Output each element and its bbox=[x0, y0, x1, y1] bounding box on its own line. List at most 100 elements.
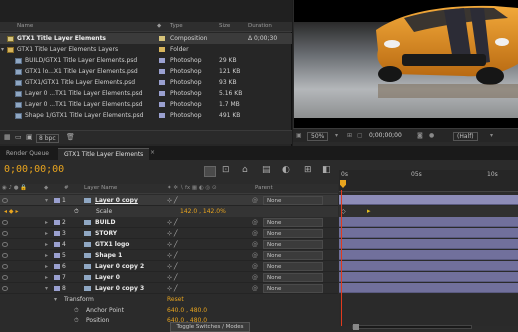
column-name[interactable]: Name bbox=[17, 23, 33, 29]
pickwhip-icon[interactable]: @ bbox=[252, 285, 258, 292]
expand-triangle-icon[interactable]: ▸ bbox=[45, 274, 48, 281]
layer-row[interactable]: ▾ 1 Layer 0 copy ⊹ ╱ @ None bbox=[0, 195, 338, 206]
layer-switches[interactable]: ⊹ ╱ bbox=[167, 274, 178, 281]
stopwatch-icon[interactable]: ⏱ bbox=[74, 307, 79, 315]
label-swatch[interactable] bbox=[159, 102, 165, 107]
layer-switches[interactable]: ⊹ ╱ bbox=[167, 241, 178, 248]
label-swatch[interactable] bbox=[159, 113, 165, 118]
comp-mini-flowchart-icon[interactable] bbox=[204, 166, 216, 177]
expand-triangle-icon[interactable]: ▾ bbox=[45, 197, 48, 204]
column-size[interactable]: Size bbox=[219, 23, 230, 29]
parent-dropdown[interactable]: None bbox=[263, 251, 323, 260]
close-icon[interactable]: × bbox=[150, 149, 155, 156]
layer-duration-bar[interactable] bbox=[339, 272, 518, 282]
label-swatch[interactable] bbox=[159, 36, 165, 41]
pickwhip-icon[interactable]: @ bbox=[252, 274, 258, 281]
trash-icon[interactable]: 🗑 bbox=[66, 133, 75, 141]
current-time-display[interactable]: 0;00;00;00 bbox=[4, 164, 64, 175]
anchor-point-value[interactable]: 640.0 , 480.0 bbox=[167, 307, 207, 314]
expand-triangle-icon[interactable]: ▸ bbox=[45, 219, 48, 226]
column-parent[interactable]: Parent bbox=[255, 185, 273, 191]
layer-name[interactable]: STORY bbox=[95, 230, 117, 237]
eye-icon[interactable] bbox=[2, 286, 8, 291]
layer-row[interactable]: ▾ 8 Layer 0 copy 3 ⊹ ╱ @ None bbox=[0, 283, 338, 294]
layer-row[interactable]: ▸ 2 BUILD ⊹ ╱ @ None bbox=[0, 217, 338, 228]
resolution-dropdown[interactable]: (Half) bbox=[453, 132, 478, 141]
draft-3d-icon[interactable]: ⊡ bbox=[222, 165, 230, 175]
new-folder-icon[interactable]: ▭ bbox=[15, 133, 22, 141]
scale-value[interactable]: 142.0 , 142.0% bbox=[180, 208, 226, 215]
label-swatch[interactable] bbox=[159, 80, 165, 85]
viewer-timecode[interactable]: 0;00;00;00 bbox=[369, 132, 402, 139]
reset-link[interactable]: Reset bbox=[167, 296, 184, 303]
snapshot-icon[interactable]: ◙ bbox=[417, 132, 423, 139]
project-item-psd[interactable]: GTX1/GTX1 Title Layer Elements.psd Photo… bbox=[8, 77, 292, 88]
label-swatch[interactable] bbox=[54, 253, 60, 258]
label-swatch[interactable] bbox=[54, 231, 60, 236]
eye-icon[interactable] bbox=[2, 253, 8, 258]
label-swatch[interactable] bbox=[159, 58, 165, 63]
column-number[interactable]: # bbox=[64, 185, 69, 191]
zoom-dropdown[interactable]: 50% bbox=[307, 132, 329, 141]
current-time-indicator[interactable] bbox=[341, 190, 342, 326]
pickwhip-icon[interactable]: @ bbox=[252, 197, 258, 204]
layer-name[interactable]: Layer 0 copy bbox=[95, 197, 138, 204]
eye-icon[interactable] bbox=[2, 275, 8, 280]
project-item-psd[interactable]: Layer 0 ...TX1 Title Layer Elements.psd … bbox=[8, 88, 292, 99]
expand-triangle-icon[interactable]: ▸ bbox=[45, 230, 48, 237]
pickwhip-icon[interactable]: @ bbox=[252, 252, 258, 259]
keyframe-nav-icon[interactable]: ◂ ◆ ▸ bbox=[4, 208, 18, 215]
tab-render-queue[interactable]: Render Queue bbox=[0, 148, 55, 160]
eye-icon[interactable] bbox=[2, 242, 8, 247]
layer-duration-bar[interactable] bbox=[339, 228, 518, 238]
layer-row[interactable]: ▸ 4 GTX1 logo ⊹ ╱ @ None bbox=[0, 239, 338, 250]
label-swatch[interactable] bbox=[54, 275, 60, 280]
graph-editor-icon[interactable]: ⊞ bbox=[304, 165, 312, 175]
label-swatch[interactable] bbox=[159, 69, 165, 74]
layer-duration-bar[interactable] bbox=[339, 217, 518, 227]
position-row[interactable]: ⏱ Position 640.0 , 480.0 bbox=[0, 315, 338, 326]
label-swatch[interactable] bbox=[54, 220, 60, 225]
label-swatch[interactable] bbox=[54, 264, 60, 269]
parent-dropdown[interactable]: None bbox=[263, 196, 323, 205]
project-item-psd[interactable]: Layer 0 ...TX1 Title Layer Elements.psd … bbox=[8, 99, 292, 110]
project-item-psd[interactable]: Shape 1/GTX1 Title Layer Elements.psd Ph… bbox=[8, 110, 292, 121]
time-ruler[interactable]: 0s 05s 10s bbox=[339, 170, 518, 192]
label-swatch[interactable] bbox=[159, 91, 165, 96]
layer-name[interactable]: Layer 0 copy 3 bbox=[95, 285, 144, 292]
label-swatch[interactable] bbox=[54, 242, 60, 247]
grid-icon[interactable]: ⊞ bbox=[347, 132, 352, 139]
channel-icon[interactable]: ● bbox=[429, 132, 434, 139]
column-type[interactable]: Type bbox=[170, 23, 183, 29]
pickwhip-icon[interactable]: @ bbox=[252, 241, 258, 248]
parent-dropdown[interactable]: None bbox=[263, 240, 323, 249]
label-swatch[interactable] bbox=[159, 47, 165, 52]
project-item-comp[interactable]: GTX1 Title Layer Elements Composition Δ … bbox=[0, 33, 292, 44]
layer-switches[interactable]: ⊹ ╱ bbox=[167, 285, 178, 292]
project-item-psd[interactable]: BUILD/GTX1 Title Layer Elements.psd Phot… bbox=[8, 55, 292, 66]
label-swatch[interactable] bbox=[54, 198, 60, 203]
layer-duration-bar[interactable] bbox=[339, 195, 518, 205]
stopwatch-icon[interactable]: ⏱ bbox=[74, 317, 79, 325]
layer-row[interactable]: ▸ 7 Layer 0 ⊹ ╱ @ None bbox=[0, 272, 338, 283]
layer-name[interactable]: Shape 1 bbox=[95, 252, 122, 259]
eye-icon[interactable] bbox=[2, 198, 8, 203]
tab-comp-timeline[interactable]: GTX1 Title Layer Elements bbox=[58, 148, 150, 160]
eye-icon[interactable] bbox=[2, 220, 8, 225]
viewer-canvas[interactable] bbox=[294, 0, 518, 128]
bit-depth-button[interactable]: 8 bpc bbox=[36, 134, 59, 143]
layer-row[interactable]: ▸ 6 Layer 0 copy 2 ⊹ ╱ @ None bbox=[0, 261, 338, 272]
layer-switches[interactable]: ⊹ ╱ bbox=[167, 252, 178, 259]
layer-switches[interactable]: ⊹ ╱ bbox=[167, 230, 178, 237]
expand-triangle-icon[interactable]: ▸ bbox=[45, 252, 48, 259]
new-composition-icon[interactable]: ▣ bbox=[26, 133, 33, 141]
layer-duration-bar[interactable] bbox=[339, 261, 518, 271]
chevron-down-icon[interactable]: ▾ bbox=[335, 132, 338, 139]
layer-name[interactable]: GTX1 logo bbox=[95, 241, 129, 248]
layer-switches[interactable]: ⊹ ╱ bbox=[167, 197, 178, 204]
motion-blur-icon[interactable]: ◐ bbox=[282, 165, 290, 175]
transform-group-row[interactable]: ▾ Transform Reset bbox=[0, 294, 338, 305]
layer-row[interactable]: ▸ 5 Shape 1 ⊹ ╱ @ None bbox=[0, 250, 338, 261]
interpret-footage-icon[interactable]: ▦ bbox=[4, 133, 11, 141]
expand-triangle-icon[interactable]: ▾ bbox=[45, 285, 48, 292]
